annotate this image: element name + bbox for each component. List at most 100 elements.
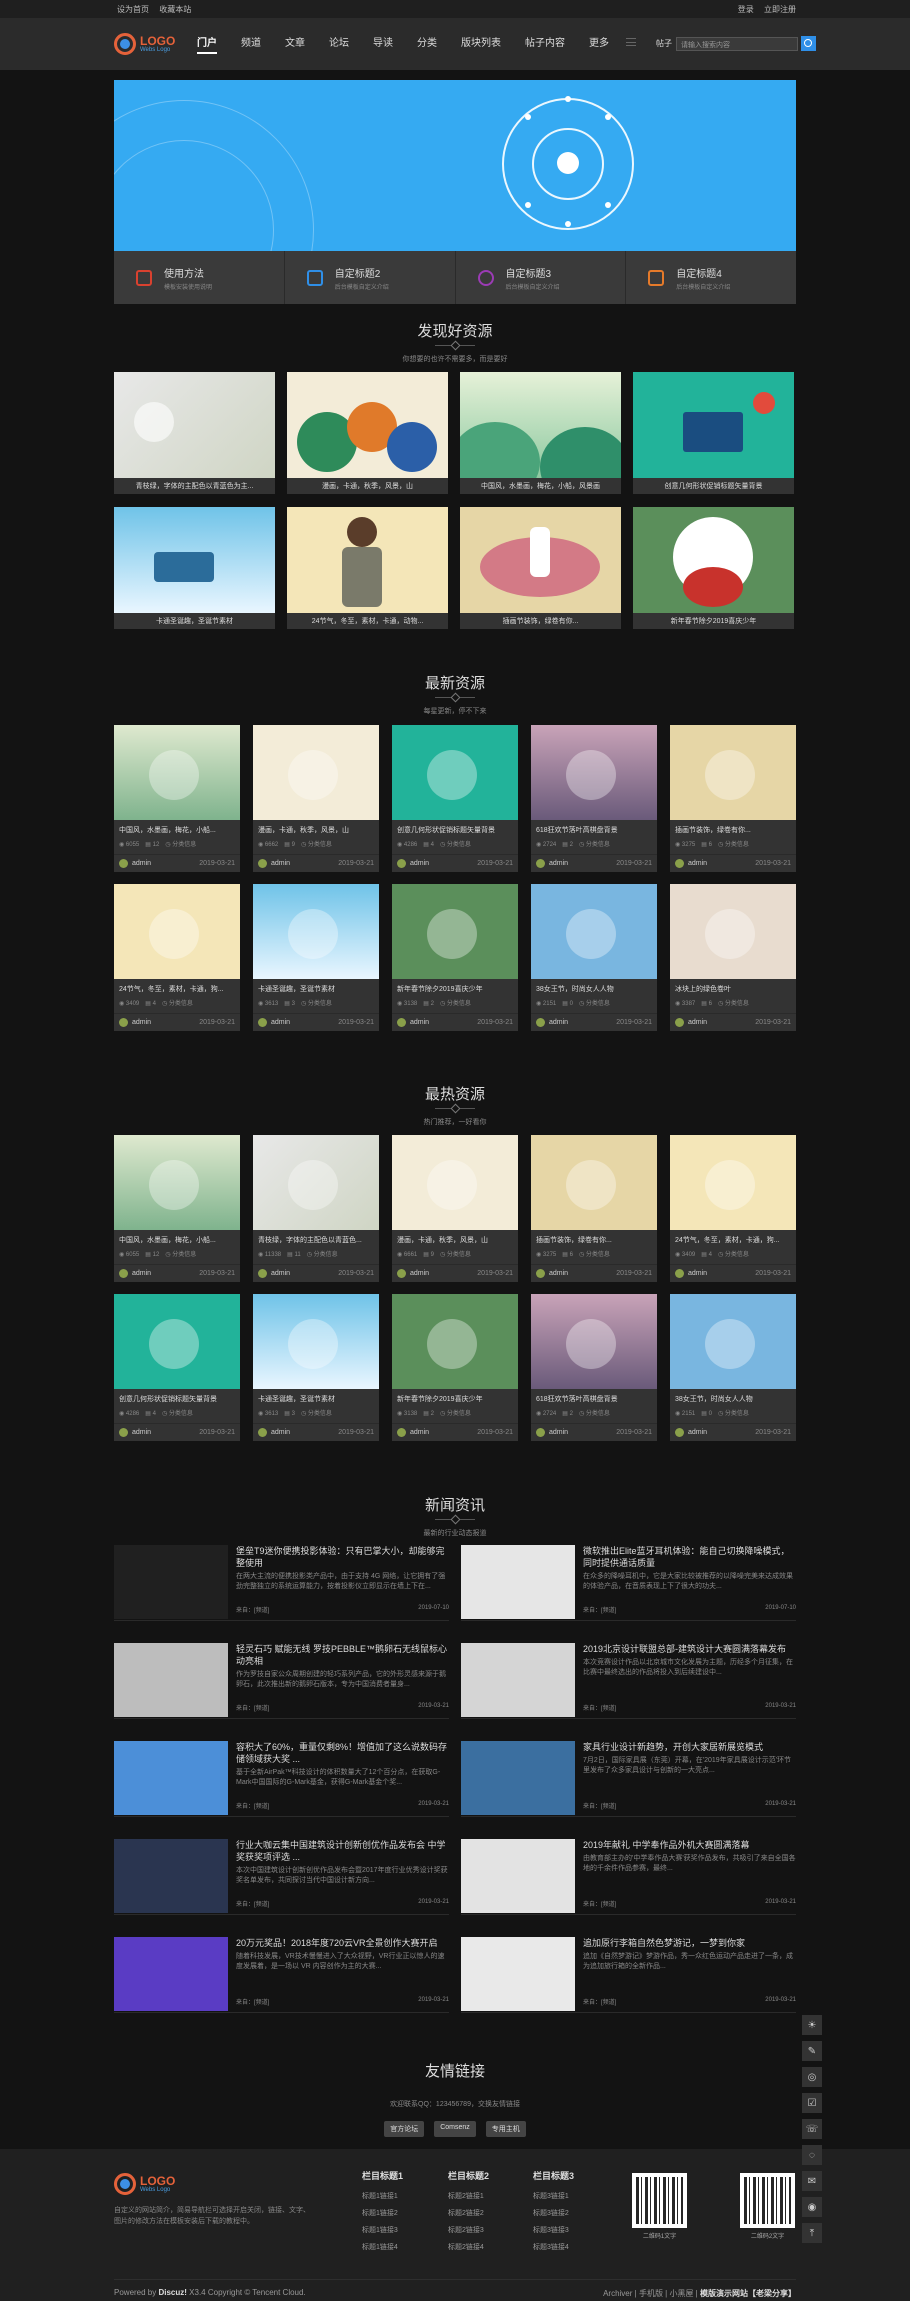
resource-card[interactable]: 漫画，卡通，秋季，风景，山 ◉ 6662 ▤ 9 ◷ 分类信息 admin 2019-03… <box>253 725 379 872</box>
footer-link[interactable]: 标题2链接1 <box>448 2188 528 2205</box>
target-icon[interactable]: ◎ <box>802 2067 822 2087</box>
resource-card[interactable]: 插画节装饰，绿卷有你... ◉ 3275 ▤ 6 ◷ 分类信息 admin 2019-03… <box>531 1135 657 1282</box>
site-name-link[interactable]: 模版演示网站【老梁分享】 <box>700 2289 796 2298</box>
footer-link[interactable]: 标题1链接2 <box>362 2205 442 2222</box>
resource-card[interactable]: 618狂欢节落叶高棋盘背景 ◉ 2724 ▤ 2 ◷ 分类信息 admin 2019-03… <box>531 1294 657 1441</box>
resource-card[interactable]: 创意几何形状促销标题矢量背景 <box>633 372 794 494</box>
news-item[interactable]: 行业大咖云集中国建筑设计创新创优作品发布会 中学奖获奖项评选 ... 本次中国建筑… <box>114 1839 449 1915</box>
news-source[interactable]: 来自：[频道] <box>583 1997 616 2006</box>
hero-banner[interactable] <box>114 80 796 251</box>
author-link[interactable]: admin <box>132 860 151 867</box>
friend-link[interactable]: Comsenz <box>434 2121 476 2137</box>
resource-card[interactable]: 漫画，卡通，秋季，风景，山 ◉ 6661 ▤ 9 ◷ 分类信息 admin 2019-03… <box>392 1135 518 1282</box>
weibo-icon[interactable]: ◉ <box>802 2197 822 2217</box>
news-title[interactable]: 轻灵石巧 赋能无线 罗技PEBBLE™鹅卵石无线鼠标心动亮相 <box>236 1643 449 1667</box>
resource-card[interactable]: 618狂欢节落叶高棋盘背景 ◉ 2724 ▤ 2 ◷ 分类信息 admin 2019-03… <box>531 725 657 872</box>
resource-card[interactable]: 插画节装饰，绿卷有你... <box>460 507 621 629</box>
nav-item[interactable]: 门户 <box>197 34 217 54</box>
news-source[interactable]: 来自：[频道] <box>583 1703 616 1712</box>
resource-card[interactable]: 冰块上的绿色卷叶 ◉ 3387 ▤ 6 ◷ 分类信息 admin 2019-03-21 <box>670 884 796 1031</box>
nav-item[interactable]: 导读 <box>373 34 393 54</box>
footer-link[interactable]: 标题3链接2 <box>533 2205 613 2222</box>
author-link[interactable]: admin <box>549 1429 568 1436</box>
phone-icon[interactable]: ☏ <box>802 2119 822 2139</box>
author-link[interactable]: admin <box>549 1270 568 1277</box>
news-title[interactable]: 堡垒T9迷你便携投影体验：只有巴掌大小，却能够完整使用 <box>236 1545 449 1569</box>
news-source[interactable]: 来自：[频道] <box>583 1801 616 1810</box>
news-title[interactable]: 家具行业设计新趋势，开创大家居新展览模式 <box>583 1741 796 1753</box>
author-link[interactable]: admin <box>549 1019 568 1026</box>
footer-link[interactable]: 标题2链接2 <box>448 2205 528 2222</box>
feature-item[interactable]: 使用方法 模板安装使用说明 <box>114 251 285 304</box>
search-button[interactable] <box>801 36 816 51</box>
back-to-top-icon[interactable]: ⤒ <box>802 2223 822 2243</box>
resource-card[interactable]: 卡通圣诞趣，圣诞节素材 ◉ 3613 ▤ 3 ◷ 分类信息 admin 2019-03-2… <box>253 1294 379 1441</box>
nav-item[interactable]: 更多 <box>589 34 609 54</box>
resource-card[interactable]: 卡通圣诞趣，圣诞节素材 <box>114 507 275 629</box>
resource-card[interactable]: 青枝绿，字体的主配色以青蓝色... ◉ 11338 ▤ 11 ◷ 分类信息 admin 2… <box>253 1135 379 1282</box>
footer-link[interactable]: 标题3链接3 <box>533 2222 613 2239</box>
nav-item[interactable]: 文章 <box>285 34 305 54</box>
nav-item[interactable]: 分类 <box>417 34 437 54</box>
footer-link[interactable]: 标题3链接4 <box>533 2239 613 2256</box>
search-input[interactable]: 请输入搜索内容 <box>676 36 798 51</box>
author-link[interactable]: admin <box>688 1429 707 1436</box>
news-source[interactable]: 来自：[频道] <box>236 1801 269 1810</box>
feature-item[interactable]: 自定标题4 后台模板自定义介绍 <box>626 251 796 304</box>
resource-card[interactable]: 青枝绿，字体的主配色以青蓝色为主... <box>114 372 275 494</box>
resource-card[interactable]: 中国风，水墨画，梅花，小船... ◉ 6055 ▤ 12 ◷ 分类信息 admin 201… <box>114 725 240 872</box>
brand-link[interactable]: Discuz! <box>158 2288 186 2297</box>
resource-card[interactable]: 创意几何形状促销标题矢量背景 ◉ 4286 ▤ 4 ◷ 分类信息 admin 2019-0… <box>392 725 518 872</box>
news-item[interactable]: 2019北京设计联盟总部-建筑设计大赛圆满落幕发布 本次竞赛设计作品以北京城市文化… <box>461 1643 796 1719</box>
friend-link[interactable]: 专用主机 <box>485 2121 526 2137</box>
news-title[interactable]: 2019北京设计联盟总部-建筑设计大赛圆满落幕发布 <box>583 1643 796 1655</box>
news-item[interactable]: 堡垒T9迷你便携投影体验：只有巴掌大小，却能够完整使用 在两大主流的便携投影类产品… <box>114 1545 449 1621</box>
search-type-select[interactable]: 帖子 <box>656 38 676 49</box>
author-link[interactable]: admin <box>688 1270 707 1277</box>
footer-link[interactable]: 标题2链接3 <box>448 2222 528 2239</box>
news-source[interactable]: 来自：[频道] <box>236 1703 269 1712</box>
author-link[interactable]: admin <box>410 1019 429 1026</box>
news-item[interactable]: 容积大了60%，重量仅剩8%！增值加了这么说数码存储领域获大奖 ... 基于全新A… <box>114 1741 449 1817</box>
nav-item[interactable]: 频道 <box>241 34 261 54</box>
news-title[interactable]: 微软推出Elite蓝牙耳机体验：能自己切换降噪模式，同时提供通话质量 <box>583 1545 796 1569</box>
resource-card[interactable]: 中国风，水墨画，梅花，小船，风景画 <box>460 372 621 494</box>
footer-link[interactable]: 标题1链接1 <box>362 2188 442 2205</box>
author-link[interactable]: admin <box>688 860 707 867</box>
footer-link[interactable]: 标题1链接3 <box>362 2222 442 2239</box>
login-link[interactable]: 登录 <box>738 5 754 14</box>
set-home-link[interactable]: 设为首页 <box>117 5 149 14</box>
friend-link[interactable]: 官方论坛 <box>384 2121 425 2137</box>
author-link[interactable]: admin <box>271 1019 290 1026</box>
author-link[interactable]: admin <box>410 1270 429 1277</box>
author-link[interactable]: admin <box>410 1429 429 1436</box>
resource-card[interactable]: 38女王节，时尚女人人物 ◉ 2151 ▤ 0 ◷ 分类信息 admin 2019-03-… <box>531 884 657 1031</box>
news-item[interactable]: 微软推出Elite蓝牙耳机体验：能自己切换降噪模式，同时提供通话质量 在众多的降噪… <box>461 1545 796 1621</box>
news-source[interactable]: 来自：[频道] <box>236 1605 269 1614</box>
qq-icon[interactable]: ◌ <box>802 2145 822 2165</box>
news-title[interactable]: 追加原行李箱自然色梦游记，一梦到你家 <box>583 1937 796 1949</box>
nav-item[interactable]: 论坛 <box>329 34 349 54</box>
footer-link[interactable]: 标题2链接4 <box>448 2239 528 2256</box>
resource-card[interactable]: 漫画，卡通，秋季，风景，山 <box>287 372 448 494</box>
resource-card[interactable]: 新年春节除夕2019喜庆少年 <box>633 507 794 629</box>
news-item[interactable]: 20万元奖品！2018年度720云VR全景创作大赛开启 随着科技发展，VR技术慢慢… <box>114 1937 449 2013</box>
feature-item[interactable]: 自定标题3 后台模板自定义介绍 <box>456 251 627 304</box>
resource-card[interactable]: 卡通圣诞趣，圣诞节素材 ◉ 3613 ▤ 3 ◷ 分类信息 admin 2019-03-2… <box>253 884 379 1031</box>
nav-item[interactable]: 帖子内容 <box>525 34 565 54</box>
news-title[interactable]: 行业大咖云集中国建筑设计创新创优作品发布会 中学奖获奖项评选 ... <box>236 1839 449 1863</box>
news-source[interactable]: 来自：[频道] <box>236 1997 269 2006</box>
favorite-link[interactable]: 收藏本站 <box>159 5 191 14</box>
nav-item[interactable]: 版块列表 <box>461 34 501 54</box>
author-link[interactable]: admin <box>271 1270 290 1277</box>
theme-toggle-icon[interactable]: ☀ <box>802 2015 822 2035</box>
edit-icon[interactable]: ✎ <box>802 2041 822 2061</box>
site-logo[interactable]: LOGO Webs Logo <box>114 33 189 55</box>
news-item[interactable]: 2019年献礼 中学奉作品外机大赛圆满落幕 由教育部主办的'中学奉作品大赛'获奖作… <box>461 1839 796 1915</box>
news-title[interactable]: 2019年献礼 中学奉作品外机大赛圆满落幕 <box>583 1839 796 1851</box>
author-link[interactable]: admin <box>688 1019 707 1026</box>
author-link[interactable]: admin <box>410 860 429 867</box>
news-title[interactable]: 20万元奖品！2018年度720云VR全景创作大赛开启 <box>236 1937 449 1949</box>
menu-list-icon[interactable] <box>626 38 636 46</box>
resource-card[interactable]: 中国风，水墨画，梅花，小船... ◉ 6055 ▤ 12 ◷ 分类信息 admin 201… <box>114 1135 240 1282</box>
